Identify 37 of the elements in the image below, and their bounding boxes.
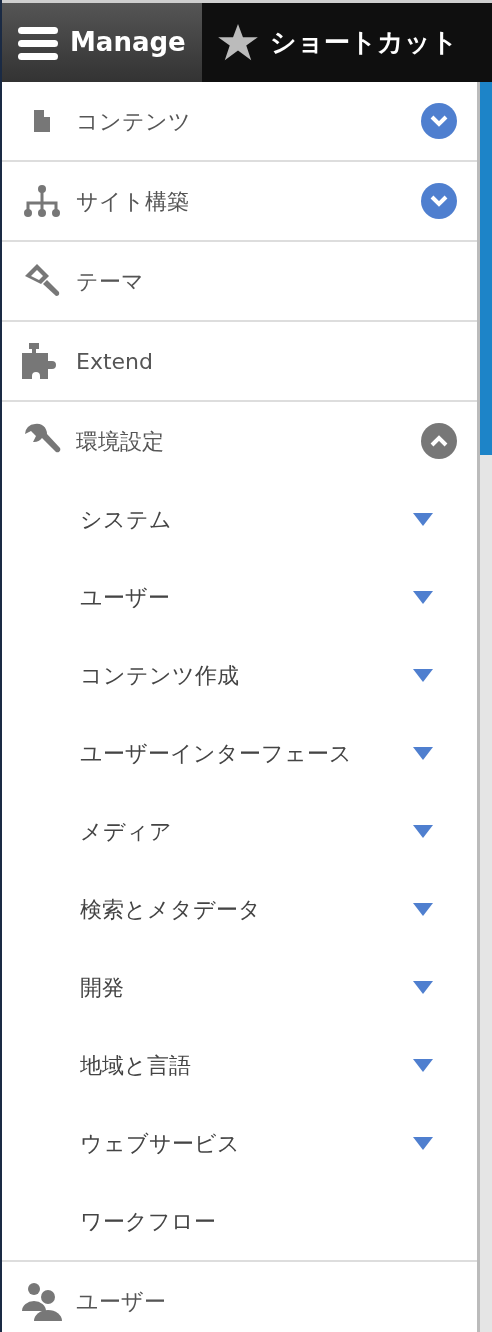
menu-item[interactable]: 環境設定 <box>2 402 477 480</box>
submenu-item[interactable]: 開発 <box>2 948 477 1026</box>
chevron-down-icon <box>430 115 448 127</box>
toolbar-tab[interactable]: Manage <box>2 3 202 82</box>
document-icon <box>34 110 50 132</box>
expand-toggle[interactable] <box>421 183 457 219</box>
caret-icon[interactable] <box>413 746 433 760</box>
menu-item[interactable]: テーマ <box>2 242 477 320</box>
caret-icon[interactable] <box>413 980 433 994</box>
chevron-up-icon <box>430 435 448 447</box>
submenu-item[interactable]: ウェブサービス <box>2 1104 477 1182</box>
caret-icon[interactable] <box>413 512 433 526</box>
caret-icon[interactable] <box>413 1136 433 1150</box>
submenu-item[interactable]: コンテンツ作成 <box>2 636 477 714</box>
users-icon <box>22 1281 62 1321</box>
sitemap-icon <box>22 183 62 219</box>
submenu-item[interactable]: 地域と言語 <box>2 1026 477 1104</box>
caret-icon[interactable] <box>413 668 433 682</box>
caret-icon[interactable] <box>413 590 433 604</box>
menu-item[interactable]: コンテンツ <box>2 82 477 160</box>
expand-toggle[interactable] <box>421 103 457 139</box>
caret-icon[interactable] <box>413 1058 433 1072</box>
menu-item[interactable]: ユーザー <box>2 1262 477 1332</box>
submenu-item[interactable]: メディア <box>2 792 477 870</box>
submenu-item[interactable]: システム <box>2 480 477 558</box>
menu-item[interactable]: サイト構築 <box>2 162 477 240</box>
submenu-item[interactable]: 検索とメタデータ <box>2 870 477 948</box>
menu-item[interactable]: Extend <box>2 322 477 400</box>
caret-icon[interactable] <box>413 902 433 916</box>
submenu-item[interactable]: ユーザー <box>2 558 477 636</box>
submenu-item[interactable]: ワークフロー <box>2 1182 477 1260</box>
collapse-toggle[interactable] <box>421 423 457 459</box>
star-icon <box>217 23 258 62</box>
chevron-down-icon <box>430 195 448 207</box>
caret-icon[interactable] <box>413 824 433 838</box>
submenu-item[interactable]: ユーザーインターフェース <box>2 714 477 792</box>
menu-icon <box>18 24 58 61</box>
